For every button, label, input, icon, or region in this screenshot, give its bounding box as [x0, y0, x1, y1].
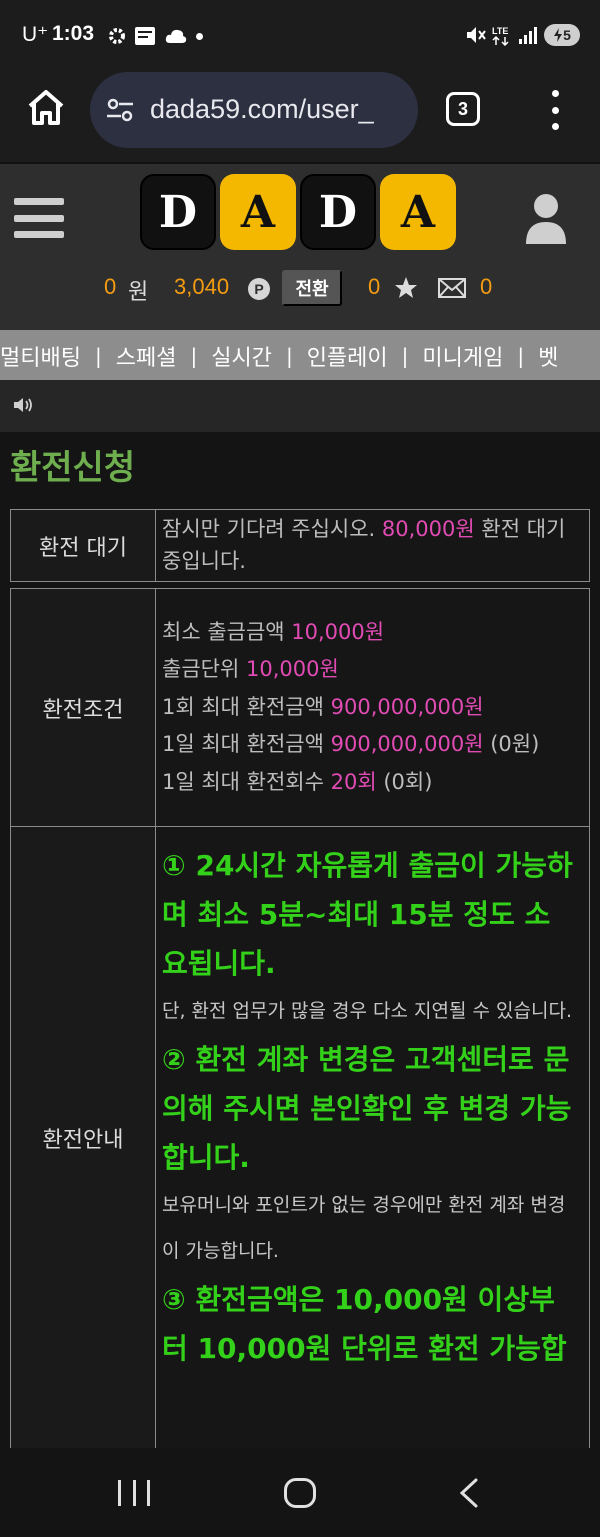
battery-level: 5 [563, 27, 571, 43]
conditions-label: 환전조건 [10, 588, 156, 827]
nav-item-minigame[interactable]: 미니게임 [422, 340, 503, 372]
convert-button[interactable]: 전환 [282, 270, 342, 306]
guide-item-2-title: ② 환전 계좌 변경은 고객센터로 문의해 주시면 본인확인 후 변경 가능합니… [162, 1042, 572, 1174]
system-indicators: LTE 5 [464, 22, 580, 48]
mute-icon [467, 27, 486, 43]
mail-count: 0 [480, 274, 493, 299]
money-balance: 0 [104, 274, 117, 299]
logo-letter: D [300, 174, 376, 250]
guide-item-3-title: ③ 환전금액은 10,000원 이상부터 10,000원 단위로 환전 가능합 [162, 1282, 567, 1365]
site-settings-icon[interactable] [106, 98, 134, 122]
svg-text:LTE: LTE [492, 26, 508, 36]
point-balance: 3,040 [174, 274, 230, 299]
signal-icon [519, 27, 537, 44]
hamburger-icon[interactable] [14, 198, 64, 238]
speaker-icon [14, 398, 32, 412]
condition-row: 최소 출금금액 10,000원 [162, 620, 385, 645]
waiting-amount: 80,000원 [381, 517, 475, 541]
recent-apps-icon[interactable] [118, 1480, 150, 1506]
site-logo[interactable]: D A D A [140, 174, 456, 250]
nav-separator: | [517, 344, 525, 368]
content-area: 환전 대기 잠시만 기다려 주십시오. 80,000원 환전 대기중입니다. 환… [0, 488, 600, 1449]
nav-separator: | [94, 344, 102, 368]
conditions-list: 최소 출금금액 10,000원 출금단위 10,000원 1회 최대 환전금액 … [155, 588, 590, 827]
logo-letter: A [380, 174, 456, 250]
system-navigation-bar [0, 1448, 600, 1537]
account-info-bar: 0 원 3,040 P 전환 0 0 [0, 270, 600, 310]
more-icon[interactable] [548, 90, 562, 130]
battery-icon: 5 [544, 24, 580, 46]
nav-separator: | [285, 344, 293, 368]
waiting-table: 환전 대기 잠시만 기다려 주십시오. 80,000원 환전 대기중입니다. [10, 509, 590, 582]
url-text[interactable]: dada59.com/user_ [150, 94, 412, 125]
notice-bar [0, 380, 600, 432]
guide-item-1-title: ① 24시간 자유롭게 출금이 가능하며 최소 5분~최대 15분 정도 소요됩… [162, 849, 573, 980]
back-icon[interactable] [456, 1478, 484, 1508]
logo-letter: A [220, 174, 296, 250]
tab-count: 3 [457, 98, 468, 119]
address-bar[interactable]: dada59.com/user_ [90, 72, 418, 148]
main-nav: 멀티배팅 | 스페셜 | 실시간 | 인플레이 | 미니게임 | 벳 [0, 330, 600, 380]
nav-item-special[interactable]: 스페셜 [116, 340, 177, 372]
charging-icon [554, 28, 563, 42]
news-app-icon [135, 27, 155, 45]
condition-row: 1일 최대 환전금액 900,000,000원 (0원) [162, 732, 540, 757]
tabs-icon[interactable]: 3 [446, 92, 480, 126]
clock: 1:03 [52, 22, 95, 45]
carrier-label: U⁺ [22, 23, 49, 46]
lte-icon: LTE [492, 26, 509, 46]
waiting-label: 환전 대기 [10, 509, 156, 582]
nav-item-live[interactable]: 실시간 [211, 340, 272, 372]
nav-item-bet[interactable]: 벳 [538, 340, 558, 372]
site-header: D A D A 0 원 3,040 P 전환 0 0 [0, 162, 600, 330]
mail-icon[interactable] [438, 278, 466, 298]
nav-separator: | [190, 344, 198, 368]
guide-label: 환전안내 [10, 826, 156, 1449]
money-unit: 원 [128, 280, 149, 305]
star-count: 0 [368, 274, 381, 299]
user-icon[interactable] [524, 192, 568, 244]
system-home-icon[interactable] [284, 1478, 316, 1508]
logo-letter: D [140, 174, 216, 250]
condition-row: 1일 최대 환전회수 20회 (0회) [162, 769, 433, 794]
status-bar: U⁺ 1:03 LTE 5 [0, 0, 600, 70]
nav-item-multi[interactable]: 멀티배팅 [0, 340, 81, 372]
waiting-message: 잠시만 기다려 주십시오. 80,000원 환전 대기중입니다. [155, 509, 590, 582]
guide-content: ① 24시간 자유롭게 출금이 가능하며 최소 5분~최대 15분 정도 소요됩… [155, 826, 590, 1449]
gear-icon [109, 28, 125, 44]
guide-item-2-note: 보유머니와 포인트가 없는 경우에만 환전 계좌 변경이 가능합니다. [162, 1193, 566, 1263]
browser-toolbar: dada59.com/user_ 3 [0, 70, 600, 162]
nav-item-inplay[interactable]: 인플레이 [307, 340, 388, 372]
condition-row: 1회 최대 환전금액 900,000,000원 [162, 694, 484, 719]
screen: U⁺ 1:03 LTE 5 dada59.com/user_ 3 D A D A… [0, 0, 600, 1537]
home-icon[interactable] [24, 86, 68, 130]
nav-separator: | [401, 344, 409, 368]
condition-row: 출금단위 10,000원 [162, 657, 339, 682]
page-title: 환전신청 [10, 448, 136, 488]
title-bar: 환전신청 [0, 432, 600, 488]
guide-item-1-note: 단, 환전 업무가 많을 경우 다소 지연될 수 있습니다. [162, 1000, 572, 1022]
more-notifications-dot [196, 32, 203, 40]
notification-icons [108, 24, 203, 48]
star-icon [395, 277, 417, 298]
cloud-icon [165, 29, 187, 43]
conditions-table: 환전조건 최소 출금금액 10,000원 출금단위 10,000원 1회 최대 … [10, 588, 590, 1449]
point-icon: P [248, 278, 270, 300]
